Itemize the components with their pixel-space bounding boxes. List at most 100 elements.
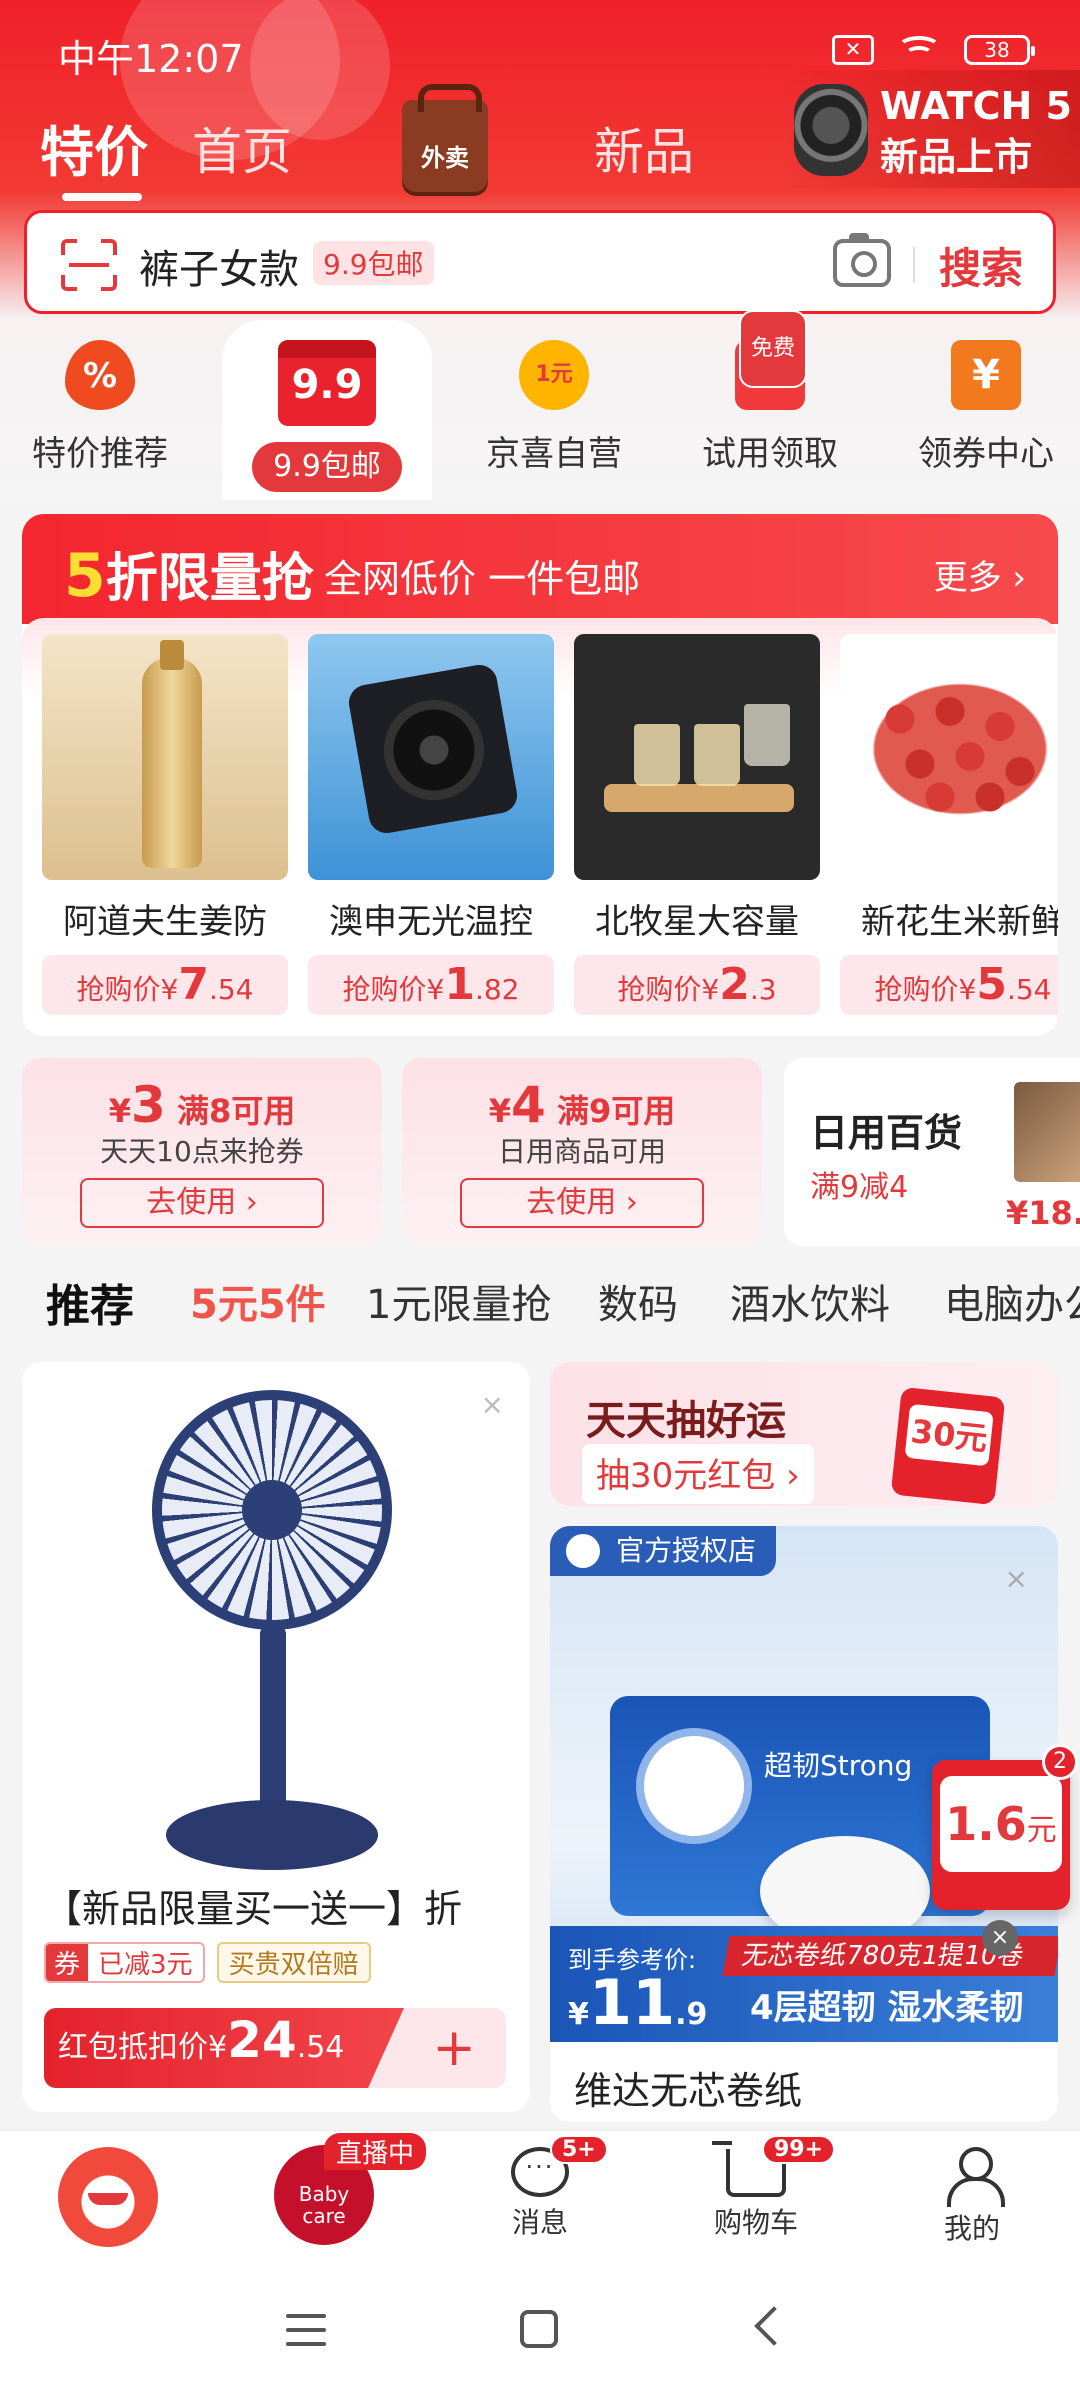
daily-title: 日用百货 [810,1111,963,1155]
coupon-description: 天天10点来抢券 [100,1135,304,1168]
coupon-card[interactable]: ¥3 满8可用 天天10点来抢券 去使用 › [22,1058,382,1246]
status-icons: ✕ 38 [832,34,1035,66]
search-divider [913,247,915,283]
tab-digital[interactable]: 数码 [598,1272,678,1330]
add-to-cart-button[interactable]: + [432,2018,476,2078]
home-square-icon[interactable] [520,2310,558,2348]
close-icon[interactable]: × [481,1388,504,1421]
use-coupon-button[interactable]: 去使用 › [460,1178,704,1228]
sim-off-icon: ✕ [832,35,874,65]
waimai-label: 外卖 [421,144,469,172]
promo-line1: WATCH 5 [880,84,1072,128]
close-icon[interactable]: × [982,1920,1018,1956]
status-time: 中午12:07 [58,37,244,81]
flash-product[interactable]: 阿道夫生姜防 抢购价¥7.54 [42,634,288,1015]
tab-computer-office[interactable]: 电脑办公 [944,1272,1080,1330]
daily-lucky-draw-card[interactable]: 天天抽好运 抽30元红包 › 30元 [550,1362,1058,1506]
price-guarantee-tag: 买贵双倍赔 [216,1942,371,1983]
nav-label: 购物车 [713,2206,798,2239]
quick-label: 特价推荐 [32,434,168,474]
menu-icon[interactable] [286,2314,326,2346]
quick-label: 试用领取 [702,434,838,474]
quick-label: 京喜自营 [486,434,622,474]
scan-icon[interactable] [61,239,117,291]
search-input[interactable]: 裤子女款 [139,237,299,295]
quick-item-99-free-shipping[interactable]: 9.9 9.9包邮 [222,320,432,500]
user-icon [947,2147,1005,2207]
cart-badge: 99+ [762,2135,836,2164]
home-mascot-icon[interactable] [58,2147,158,2247]
tab-drinks[interactable]: 酒水饮料 [730,1272,890,1330]
feed-product-card[interactable]: × 【新品限量买一送一】折 券已减3元 买贵双倍赔 红包抵扣价¥24.54 + [22,1362,530,2112]
coupon-card[interactable]: ¥4 满9可用 日用商品可用 去使用 › [402,1058,762,1246]
product-name: 澳申无光温控 [329,902,533,942]
ad-feature-text: 4层超韧 湿水柔韧 [750,1988,1024,2028]
nav-cart[interactable]: 99+ 购物车 [676,2135,836,2241]
flash-sale-header: 5折限量抢 全网低价 一件包邮 更多 › [22,514,1058,624]
flash-product[interactable]: 新花生米新鲜 抢购价¥5.54 [840,634,1058,1015]
quick-item-special[interactable]: % 特价推荐 [0,340,200,475]
product-image-fan [152,1390,392,1870]
tab-new-products[interactable]: 新品 [594,112,694,184]
flash-sale-products: 阿道夫生姜防 抢购价¥7.54 澳申无光温控 抢购价¥1.82 北牧星大容量 抢… [22,618,1058,1036]
wifi-icon [896,34,942,66]
tab-recommend[interactable]: 推荐 [46,1270,134,1334]
tab-special-offer[interactable]: 特价 [40,108,148,201]
battery-icon: 38 [964,35,1035,65]
flash-sale-section: 5折限量抢 全网低价 一件包邮 更多 › 阿道夫生姜防 抢购价¥7.54 澳申无… [22,514,1058,1036]
red-packet-value: 1.6元 [940,1776,1062,1872]
trial-icon: 1分试 免费 [735,310,808,410]
nav-me[interactable]: 我的 [892,2141,1052,2247]
pack-label: 超韧Strong [764,1749,913,1782]
back-icon[interactable] [754,2306,794,2346]
tab-5yuan5[interactable]: 5元5件 [190,1272,326,1330]
nav-messages[interactable]: 5+ 消息 [460,2135,620,2241]
price-bar: 红包抵扣价¥24.54 + [44,2008,506,2088]
search-button[interactable]: 搜索 [939,235,1023,296]
use-coupon-button[interactable]: 去使用 › [80,1178,324,1228]
gift-box-icon: 9.9 [278,340,376,426]
product-tags: 券已减3元 买贵双倍赔 [44,1942,371,1983]
close-icon[interactable]: × [1005,1562,1028,1595]
live-badge: 直播中 [324,2133,427,2170]
camera-icon[interactable] [833,233,891,287]
red-envelope-icon: 30元 [890,1386,1006,1506]
category-tabs: 推荐 5元5件 1元限量抢 数码 酒水饮料 电脑办公 [0,1260,1080,1344]
flash-product[interactable]: 北牧星大容量 抢购价¥2.3 [574,634,820,1015]
search-badge: 9.9包邮 [313,241,434,285]
tab-waimai[interactable]: 外卖 [402,84,488,192]
product-price: 抢购价¥5.54 [840,955,1058,1015]
daily-goods-card[interactable]: 日用百货 满9减4 ¥18.9 [784,1058,1080,1246]
floating-red-packet[interactable]: 1.6元 2 [932,1744,1078,1910]
product-title: 【新品限量买一送一】折 [44,1887,463,1931]
lucky-title: 天天抽好运 [586,1398,786,1444]
draw-redpacket-button[interactable]: 抽30元红包 › [582,1444,814,1504]
quick-item-trial[interactable]: 1分试 免费 试用领取 [670,310,870,475]
messages-badge: 5+ [550,2135,608,2164]
flash-product[interactable]: 澳申无光温控 抢购价¥1.82 [308,634,554,1015]
quick-item-coupons[interactable]: ¥ 领券中心 [886,340,1080,475]
product-price: 抢购价¥1.82 [308,955,554,1015]
tab-1yuan[interactable]: 1元限量抢 [366,1272,551,1330]
quick-label: 9.9包邮 [252,442,402,492]
coin-icon: 1元 [519,340,589,410]
discount-tag: 券已减3元 [44,1942,205,1983]
coupon-amount: ¥4 满9可用 [488,1076,676,1134]
flash-more-link[interactable]: 更多 › [934,550,1026,599]
promo-line2: 新品上市 [880,135,1033,179]
quick-item-jingxi[interactable]: 1元 京喜自营 [454,340,654,475]
official-store-tag: 官方授权店 [550,1526,777,1576]
watch-promo-banner[interactable]: WATCH 5 新品上市 [780,70,1080,188]
flash-sale-title: 5折限量抢 [64,536,314,611]
coupon-amount: ¥3 满8可用 [108,1076,296,1134]
free-badge: 免费 [739,310,808,388]
header: 中午12:07 ✕ 38 特价 首页 外卖 新品 WATCH 5 新品上市 裤子… [0,0,1080,320]
search-bar[interactable]: 裤子女款 9.9包邮 搜索 [24,210,1056,314]
tab-home[interactable]: 首页 [192,112,292,184]
red-packet-count-badge: 2 [1042,1744,1078,1780]
coupon-description: 日用商品可用 [497,1135,666,1168]
red-packet-price: 红包抵扣价¥24.54 [44,2008,404,2088]
ad-product-name: 维达无芯卷纸 [574,2069,803,2113]
nav-label: 我的 [943,2212,1000,2245]
daily-price: ¥18.9 [1006,1194,1080,1232]
